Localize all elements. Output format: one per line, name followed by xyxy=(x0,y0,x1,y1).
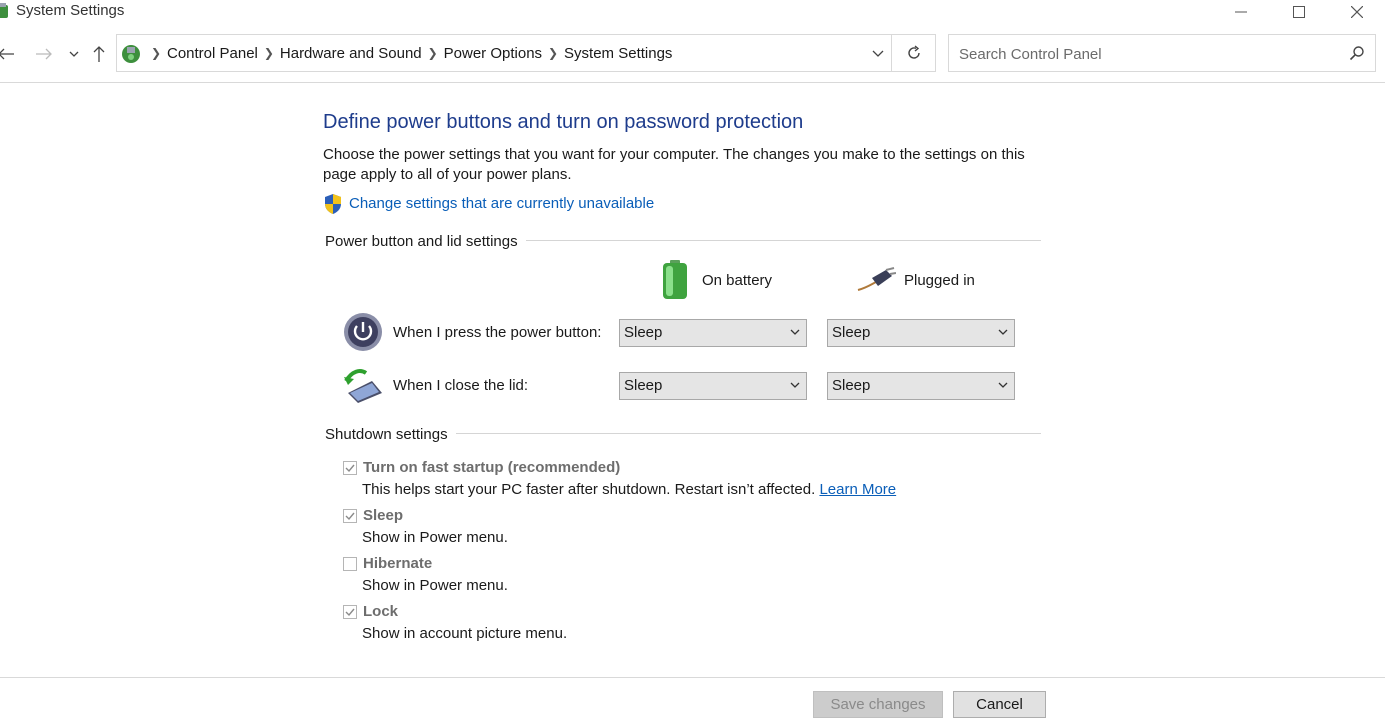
close-lid-battery-select[interactable]: Sleep xyxy=(619,372,807,400)
back-button[interactable] xyxy=(0,40,18,68)
power-button-plugged-select[interactable]: Sleep xyxy=(827,319,1015,347)
hibernate-desc: Show in Power menu. xyxy=(362,577,508,594)
power-button-icon xyxy=(344,313,382,351)
check-icon xyxy=(345,608,355,617)
lock-checkbox[interactable] xyxy=(343,605,357,619)
chevron-right-icon[interactable]: ❯ xyxy=(544,46,562,60)
breadcrumb-hardware-and-sound[interactable]: Hardware and Sound xyxy=(278,45,424,62)
sleep-checkbox[interactable] xyxy=(343,509,357,523)
learn-more-link[interactable]: Learn More xyxy=(819,481,896,498)
hibernate-title: Hibernate xyxy=(363,555,433,572)
chevron-right-icon[interactable]: ❯ xyxy=(260,46,278,60)
chevron-down-icon xyxy=(998,382,1008,388)
close-lid-plugged-select[interactable]: Sleep xyxy=(827,372,1015,400)
plugged-in-header: Plugged in xyxy=(856,266,975,294)
minimize-button[interactable] xyxy=(1212,0,1270,24)
recent-locations-button[interactable] xyxy=(66,40,82,68)
save-changes-button[interactable]: Save changes xyxy=(813,691,943,718)
lock-title: Lock xyxy=(363,603,399,620)
footer-divider xyxy=(0,677,1385,678)
refresh-button[interactable] xyxy=(892,34,936,72)
refresh-icon xyxy=(907,45,920,59)
fast-startup-checkbox[interactable] xyxy=(343,461,357,475)
fast-startup-desc-text: This helps start your PC faster after sh… xyxy=(362,481,816,498)
search-icon[interactable] xyxy=(1349,45,1365,61)
up-arrow-icon xyxy=(93,46,105,62)
close-lid-plugged-value: Sleep xyxy=(832,377,871,394)
laptop-lid-icon xyxy=(344,369,382,403)
forward-button[interactable] xyxy=(32,40,56,68)
sleep-desc: Show in Power menu. xyxy=(362,529,508,546)
breadcrumb-system-settings[interactable]: System Settings xyxy=(562,45,674,62)
breadcrumb-power-options[interactable]: Power Options xyxy=(442,45,544,62)
chevron-right-icon[interactable]: ❯ xyxy=(147,46,165,60)
control-panel-icon xyxy=(122,45,140,63)
change-settings-link[interactable]: Change settings that are currently unava… xyxy=(349,195,654,212)
chevron-down-icon xyxy=(998,329,1008,335)
chevron-down-icon xyxy=(790,329,800,335)
close-lid-label: When I close the lid: xyxy=(393,377,529,394)
title-bar: System Settings xyxy=(0,0,1385,24)
power-button-battery-select[interactable]: Sleep xyxy=(619,319,807,347)
toolbar-divider xyxy=(0,82,1385,83)
sleep-title: Sleep xyxy=(363,507,404,524)
page-title: Define power buttons and turn on passwor… xyxy=(323,111,804,133)
window-title: System Settings xyxy=(16,2,125,19)
close-lid-battery-value: Sleep xyxy=(624,377,663,394)
fast-startup-desc: This helps start your PC faster after sh… xyxy=(362,481,896,498)
close-button[interactable] xyxy=(1328,0,1385,24)
maximize-button[interactable] xyxy=(1270,0,1328,24)
power-button-label: When I press the power button: xyxy=(393,324,602,341)
control-panel-icon xyxy=(0,3,8,18)
check-icon xyxy=(345,464,355,473)
maximize-icon xyxy=(1293,6,1305,18)
minimize-icon xyxy=(1235,11,1247,13)
on-battery-header: On battery xyxy=(660,260,772,300)
hibernate-checkbox[interactable] xyxy=(343,557,357,571)
breadcrumb-control-panel[interactable]: Control Panel xyxy=(165,45,260,62)
power-group-label: Power button and lid settings xyxy=(325,233,526,250)
forward-arrow-icon xyxy=(36,48,52,60)
up-button[interactable] xyxy=(88,40,110,68)
breadcrumb: ❯ Control Panel ❯ Hardware and Sound ❯ P… xyxy=(147,35,674,71)
search-input[interactable] xyxy=(957,43,1341,65)
fast-startup-title: Turn on fast startup (recommended) xyxy=(363,459,621,476)
address-dropdown-button[interactable] xyxy=(864,34,892,72)
chevron-down-icon xyxy=(872,50,883,57)
uac-shield-icon xyxy=(325,194,341,214)
back-arrow-icon xyxy=(0,48,14,60)
shutdown-group-label: Shutdown settings xyxy=(325,426,456,443)
check-icon xyxy=(345,512,355,521)
chevron-down-icon xyxy=(790,382,800,388)
search-box[interactable] xyxy=(948,34,1376,72)
page-description: Choose the power settings that you want … xyxy=(323,146,1025,183)
on-battery-label: On battery xyxy=(702,271,773,289)
chevron-down-icon xyxy=(69,51,79,57)
power-button-plugged-value: Sleep xyxy=(832,324,871,341)
close-icon xyxy=(1351,6,1363,18)
lock-desc: Show in account picture menu. xyxy=(362,625,568,642)
chevron-right-icon[interactable]: ❯ xyxy=(424,46,442,60)
cancel-button[interactable]: Cancel xyxy=(953,691,1046,718)
power-plug-icon xyxy=(857,267,896,291)
power-button-battery-value: Sleep xyxy=(624,324,663,341)
address-bar[interactable]: ❯ Control Panel ❯ Hardware and Sound ❯ P… xyxy=(116,34,892,72)
plugged-in-label: Plugged in xyxy=(904,271,975,289)
battery-icon xyxy=(663,260,687,299)
